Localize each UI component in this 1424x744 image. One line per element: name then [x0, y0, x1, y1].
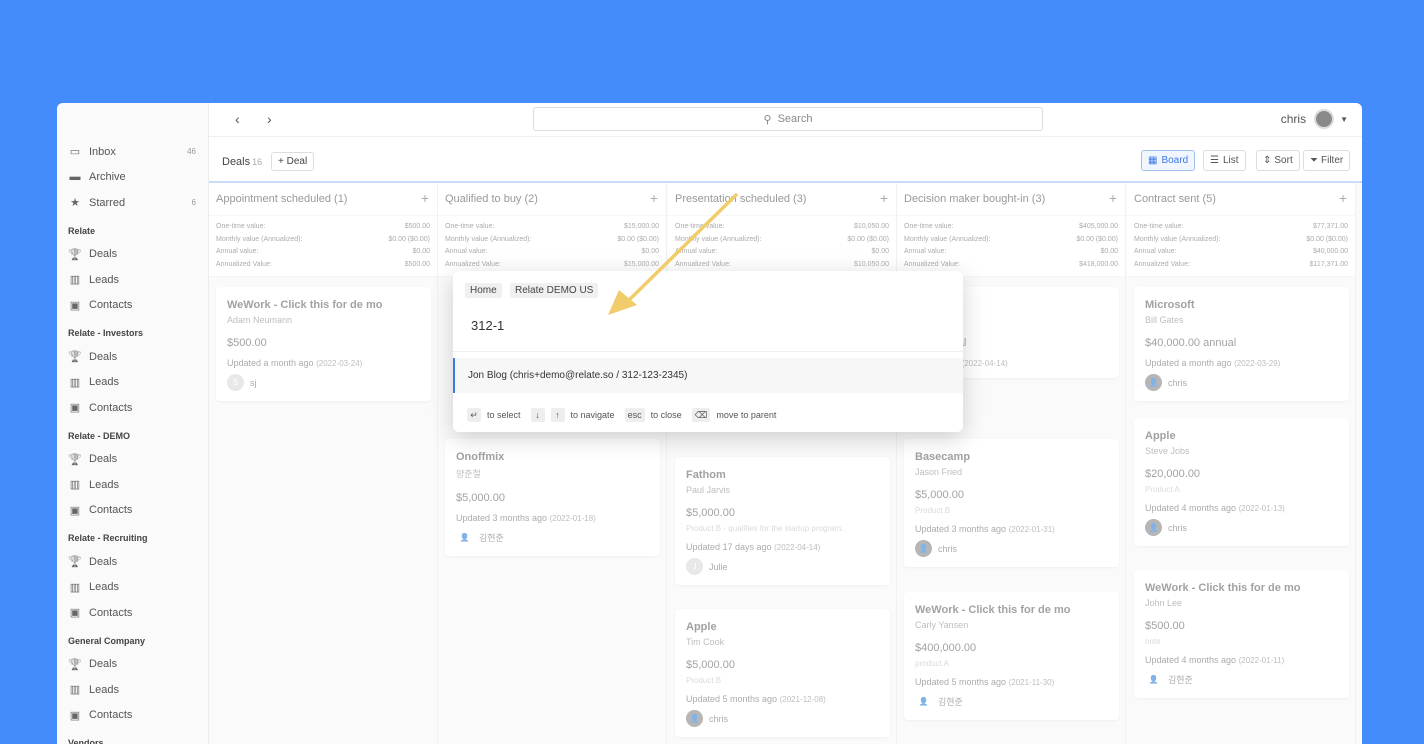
breadcrumb-home[interactable]: Home: [465, 283, 502, 298]
divider: [453, 351, 963, 352]
sort-button[interactable]: ⇕ Sort: [1256, 150, 1300, 171]
toolbar: Deals 16 + Deal ▦ Board ☰ List ⇕ Sort ⏷ Filte…: [209, 137, 1362, 181]
inbox-icon: ▭: [69, 146, 81, 159]
palette-result-item[interactable]: Jon Blog (chris+demo@relate.so / 312-123…: [453, 358, 963, 393]
sidebar-item-deals[interactable]: 🏆 Deals: [57, 549, 208, 575]
sidebar-item-label: Leads: [89, 581, 119, 594]
board-view-button[interactable]: ▦ Board: [1141, 150, 1196, 171]
sidebar-item-label: Leads: [89, 376, 119, 389]
sidebar-item-label: Leads: [89, 478, 119, 491]
sidebar-item-label: Contacts: [89, 504, 133, 517]
sidebar-item-label: Deals: [89, 555, 118, 568]
filter-icon: ⏷: [1310, 155, 1318, 166]
building-icon: ▥: [69, 581, 81, 594]
sidebar-item-contacts[interactable]: ▣ Contacts: [57, 293, 208, 319]
archive-icon: ▬: [69, 171, 81, 184]
sidebar-item-deals[interactable]: 🏆 Deals: [57, 242, 208, 268]
palette-search-input[interactable]: 312-1: [471, 318, 504, 333]
back-arrow-icon[interactable]: ‹: [235, 111, 240, 127]
sidebar-item-contacts[interactable]: ▣ Contacts: [57, 395, 208, 421]
sort-icon: ⇕: [1263, 155, 1272, 166]
sidebar-item-deals[interactable]: 🏆 Deals: [57, 652, 208, 678]
sidebar-item-label: Contacts: [89, 606, 133, 619]
avatar: [1314, 109, 1335, 129]
sidebar-item-label: Deals: [89, 658, 118, 671]
sidebar: ▭ Inbox 46 ▬ Archive ★ Starred 6 Relate 🏆…: [57, 103, 209, 744]
esc-key-icon: esc: [624, 408, 645, 422]
arrow-down-key-icon: ↓: [530, 408, 545, 422]
trophy-icon: 🏆: [68, 556, 82, 569]
sidebar-item-label: Contacts: [89, 709, 133, 722]
trophy-icon: 🏆: [68, 658, 82, 671]
arrow-up-key-icon: ↑: [550, 408, 565, 422]
sidebar-group-title: Vendors: [68, 738, 104, 744]
sidebar-item-label: Deals: [89, 248, 118, 261]
sidebar-item-leads[interactable]: ▥ Leads: [57, 677, 208, 703]
sidebar-item-starred[interactable]: ★ Starred 6: [57, 190, 208, 216]
sidebar-item-leads[interactable]: ▥ Leads: [57, 472, 208, 498]
deals-count: 16: [252, 157, 263, 167]
palette-shortcut-hints: ↵ to select ↓ ↑ to navigate esc to close…: [467, 408, 786, 422]
contact-card-icon: ▣: [69, 402, 81, 415]
sidebar-item-deals[interactable]: 🏆 Deals: [57, 344, 208, 370]
sidebar-group-title: Relate - Investors: [68, 328, 144, 338]
page-title: Deals 16: [222, 156, 263, 168]
building-icon: ▥: [69, 376, 81, 389]
enter-key-icon: ↵: [467, 408, 481, 422]
add-deal-button[interactable]: + Deal: [271, 152, 315, 171]
sidebar-item-label: Deals: [89, 350, 118, 363]
sidebar-item-label: Deals: [89, 453, 118, 466]
trophy-icon: 🏆: [68, 351, 82, 364]
building-icon: ▥: [69, 684, 81, 697]
search-icon: ⚲: [763, 113, 772, 126]
list-icon: ☰: [1210, 155, 1219, 166]
top-bar: ‹ › ⚲ Search chris ▼: [209, 103, 1362, 137]
chevron-down-icon: ▼: [1340, 114, 1348, 124]
backspace-key-icon: ⌫: [691, 408, 711, 422]
building-icon: ▥: [69, 274, 81, 287]
sidebar-item-contacts[interactable]: ▣ Contacts: [57, 498, 208, 524]
sidebar-group-title: Relate - DEMO: [68, 430, 131, 441]
sidebar-item-leads[interactable]: ▥ Leads: [57, 370, 208, 396]
list-view-button[interactable]: ☰ List: [1203, 150, 1246, 171]
contact-card-icon: ▣: [69, 709, 81, 722]
contact-card-icon: ▣: [69, 607, 81, 620]
star-icon: ★: [70, 197, 80, 210]
sidebar-item-inbox[interactable]: ▭ Inbox 46: [57, 139, 208, 165]
starred-count: 6: [191, 198, 196, 208]
board-icon: ▦: [1148, 155, 1158, 166]
breadcrumb-relate-demo-us[interactable]: Relate DEMO US: [510, 283, 599, 298]
sidebar-item-contacts[interactable]: ▣ Contacts: [57, 703, 208, 729]
filter-button[interactable]: ⏷ Filter: [1303, 150, 1351, 171]
sidebar-group-title: Relate - Recruiting: [68, 533, 148, 543]
sidebar-item-leads[interactable]: ▥ Leads: [57, 575, 208, 601]
sidebar-item-label: Contacts: [89, 401, 133, 414]
building-icon: ▥: [69, 479, 81, 492]
sidebar-group-title: General Company: [68, 635, 146, 646]
contact-card-icon: ▣: [69, 504, 81, 517]
inbox-count: 46: [187, 147, 196, 157]
contact-card-icon: ▣: [69, 299, 81, 312]
sidebar-item-contacts[interactable]: ▣ Contacts: [57, 600, 208, 626]
sidebar-item-label: Leads: [89, 683, 119, 696]
sidebar-item-deals[interactable]: 🏆 Deals: [57, 447, 208, 473]
sidebar-item-label: Leads: [89, 273, 119, 286]
modal-overlay[interactable]: [209, 181, 1362, 744]
search-input[interactable]: ⚲ Search: [533, 107, 1043, 131]
trophy-icon: 🏆: [68, 453, 82, 466]
user-menu[interactable]: chris ▼: [1281, 109, 1348, 129]
forward-arrow-icon[interactable]: ›: [267, 111, 272, 127]
command-palette: Home Relate DEMO US 312-1 Jon Blog (chri…: [453, 271, 963, 432]
trophy-icon: 🏆: [68, 248, 82, 261]
sidebar-item-label: Contacts: [89, 299, 133, 312]
sidebar-item-leads[interactable]: ▥ Leads: [57, 267, 208, 293]
sidebar-item-archive[interactable]: ▬ Archive: [57, 165, 208, 191]
sidebar-group-title: Relate: [68, 225, 96, 236]
